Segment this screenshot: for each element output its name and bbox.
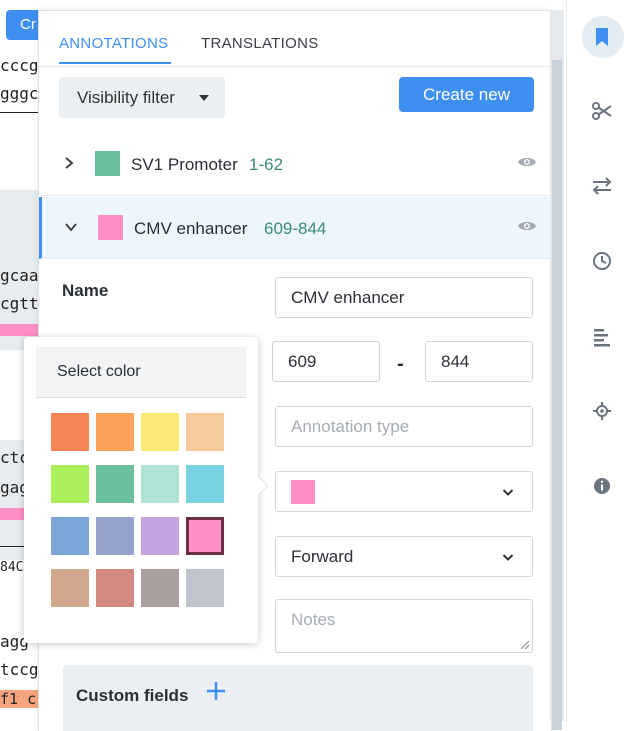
color-swatch[interactable] [51,569,89,607]
chevron-right-icon[interactable] [61,155,77,171]
scrollbar-thumb[interactable] [552,60,562,730]
panel-scrollbar[interactable] [550,10,564,730]
annotation-range: 1-62 [249,155,284,174]
name-input[interactable]: CMV enhancer [275,277,533,318]
sequence-rule [0,112,40,113]
annotation-color-swatch [95,151,120,176]
active-tab-indicator [59,62,171,64]
end-position-input[interactable]: 844 [425,341,533,382]
sequence-tick-label: 84C [0,560,24,575]
tab-annotations[interactable]: ANNOTATIONS [59,35,168,52]
color-swatch[interactable] [51,517,89,555]
annotation-row[interactable]: SV1 Promoter 1-62 [39,133,551,196]
annotation-bar [0,324,40,336]
custom-fields-label: Custom fields [76,686,189,705]
visibility-filter-button[interactable]: Visibility filter [59,77,225,118]
tab-translations[interactable]: TRANSLATIONS [201,35,319,52]
bookmark-icon[interactable] [591,26,613,48]
annotation-name: CMV enhancer [134,219,248,238]
notes-textarea[interactable]: Notes [275,599,533,653]
custom-fields-section: Custom fields [63,665,533,731]
color-swatch[interactable] [186,413,224,451]
color-swatch[interactable] [96,465,134,503]
sequence-line: tccg [0,660,39,679]
direction-value: Forward [291,547,354,566]
color-swatch[interactable] [141,569,179,607]
color-swatch[interactable] [186,517,224,555]
eye-icon[interactable] [517,155,537,169]
color-swatch[interactable] [51,413,89,451]
color-swatch[interactable] [186,465,224,503]
target-icon[interactable] [591,400,613,422]
info-icon[interactable] [591,475,613,497]
history-icon[interactable] [591,250,613,272]
right-toolbar [566,0,636,721]
chevron-down-icon [502,554,514,561]
color-swatch[interactable] [141,517,179,555]
panel-tabs: ANNOTATIONS TRANSLATIONS [39,11,551,67]
color-swatch[interactable] [96,517,134,555]
align-icon[interactable] [591,326,613,348]
annotation-row-expanded[interactable]: CMV enhancer 609-844 [39,197,551,259]
color-swatch[interactable] [96,569,134,607]
name-label: Name [62,281,109,300]
notes-placeholder: Notes [291,610,336,629]
color-swatch[interactable] [186,569,224,607]
color-swatch[interactable] [141,465,179,503]
annotation-name: SV1 Promoter [131,155,238,174]
resize-grip-icon[interactable] [521,641,529,649]
annotation-range: 609-844 [264,219,327,238]
range-separator: - [397,353,404,375]
color-swatch[interactable] [51,465,89,503]
popover-title: Select color [57,363,141,380]
sequence-line: cccg [0,56,39,75]
start-position-input[interactable]: 609 [272,341,380,382]
popover-header: Select color [36,347,246,398]
sequence-line: cgtt [0,294,39,313]
direction-select[interactable]: Forward [275,536,533,577]
color-swatch[interactable] [96,413,134,451]
color-picker-popover: Select color [24,337,267,643]
chevron-down-icon [502,489,514,496]
annotation-color-swatch [98,215,123,240]
sequence-line: gcaa [0,266,39,285]
plus-icon[interactable] [205,680,227,702]
annotation-bar-label: f1 c [0,690,37,708]
annotation-type-input[interactable]: Annotation type [275,406,533,447]
chevron-down-icon[interactable] [63,219,79,235]
create-new-button[interactable]: Create new [399,77,534,112]
visibility-filter-label: Visibility filter [77,88,175,107]
color-select[interactable] [275,471,533,512]
eye-icon[interactable] [517,219,537,233]
caret-down-icon [199,95,209,101]
scissors-icon[interactable] [591,100,613,122]
sequence-line: gggc [0,84,39,103]
swap-icon[interactable] [591,175,613,197]
popover-arrow [258,477,267,495]
color-swatch[interactable] [141,413,179,451]
selected-color-swatch [291,480,315,504]
